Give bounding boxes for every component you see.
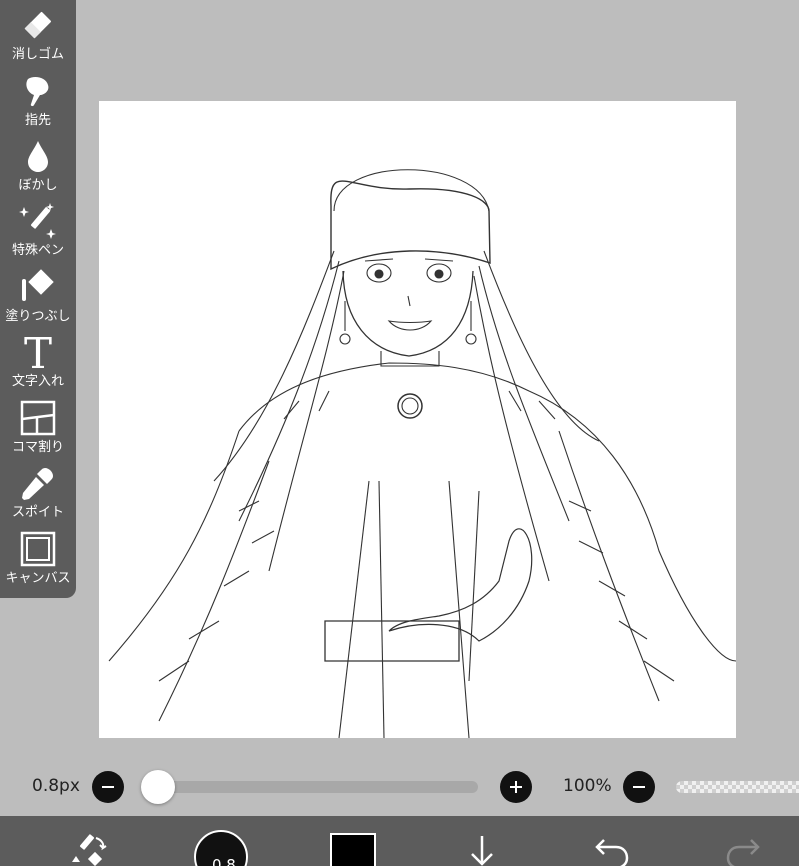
layer-down-arrow-icon[interactable] (466, 834, 498, 866)
tool-frame-divider[interactable]: コマ割り (0, 397, 76, 461)
tool-eyedropper[interactable]: スポイト (0, 462, 76, 526)
text-icon: T (18, 331, 58, 373)
tool-sidebar: 消しゴム 指先 ぼかし 特殊ペン 塗りつぶし T 文字入れ コマ割り スポイト … (0, 0, 76, 598)
brush-size-increase-button[interactable] (500, 771, 532, 803)
blur-drop-icon (18, 135, 58, 177)
svg-text:T: T (24, 332, 52, 372)
tool-special-pen[interactable]: 特殊ペン (0, 200, 76, 264)
brush-size-label: 0.8px (32, 776, 80, 796)
brush-size-slider-track[interactable] (156, 781, 478, 793)
tool-label: キャンバス (5, 571, 71, 586)
minus-icon (633, 786, 645, 788)
tool-eraser[interactable]: 消しゴム (0, 4, 76, 68)
tool-label: ぼかし (18, 178, 58, 193)
minus-icon (102, 786, 114, 788)
zoom-label: 100% (563, 776, 612, 796)
eraser-icon (18, 4, 58, 46)
undo-icon[interactable] (594, 838, 630, 866)
tool-label: 特殊ペン (11, 243, 64, 258)
eyedropper-icon (18, 462, 58, 504)
tool-label: スポイト (11, 505, 64, 520)
brush-size-slider-thumb[interactable] (141, 770, 175, 804)
tool-label: 文字入れ (11, 374, 64, 389)
redo-icon[interactable] (725, 838, 761, 866)
color-swatch[interactable] (330, 833, 376, 866)
brush-preview-size: 0.8 (212, 856, 236, 866)
fill-bucket-icon (18, 266, 58, 308)
tool-canvas[interactable]: キャンバス (0, 528, 76, 592)
bottom-toolbar: 0.8 (0, 816, 799, 866)
tool-fill[interactable]: 塗りつぶし (0, 266, 76, 330)
brush-preview[interactable]: 0.8 (194, 830, 248, 866)
brush-size-decrease-button[interactable] (92, 771, 124, 803)
opacity-slider[interactable] (676, 781, 799, 793)
drawing-canvas[interactable] (99, 101, 736, 738)
line-art-illustration (108, 169, 736, 738)
frame-divider-icon (18, 397, 58, 439)
plus-icon (510, 781, 522, 793)
finger-smudge-icon (18, 70, 58, 112)
zoom-decrease-button[interactable] (623, 771, 655, 803)
special-pen-icon (18, 200, 58, 242)
tool-label: 塗りつぶし (5, 309, 71, 324)
transform-icon[interactable] (70, 832, 110, 866)
tool-label: 消しゴム (11, 47, 64, 62)
tool-blur[interactable]: ぼかし (0, 135, 76, 199)
tool-label: コマ割り (11, 440, 64, 455)
tool-finger[interactable]: 指先 (0, 70, 76, 134)
canvas-icon (18, 528, 58, 570)
tool-text[interactable]: T 文字入れ (0, 331, 76, 395)
tool-label: 指先 (24, 113, 51, 128)
